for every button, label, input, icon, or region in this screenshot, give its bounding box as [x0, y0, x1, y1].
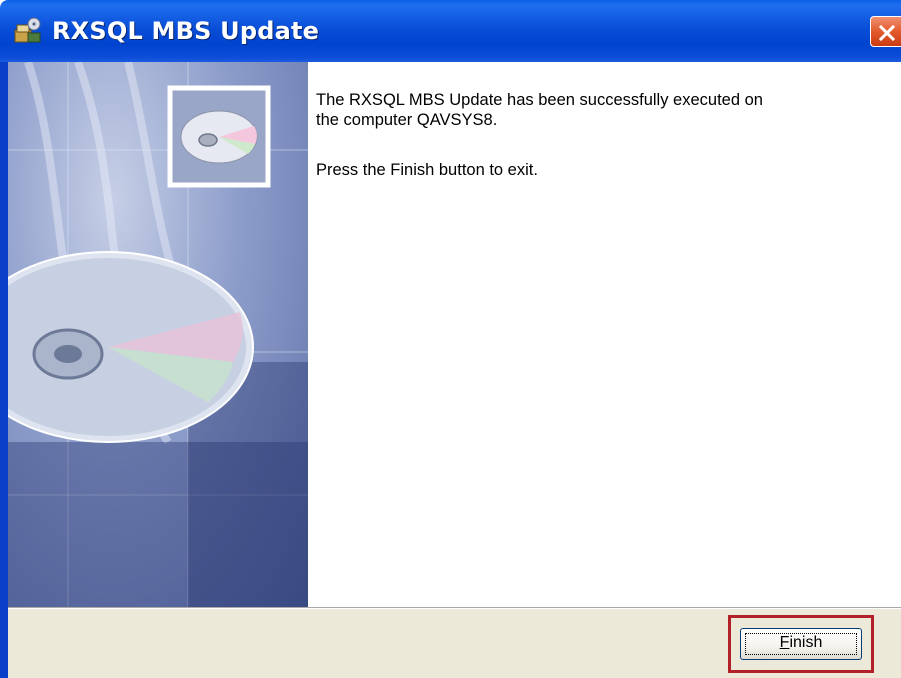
wizard-banner-image	[8, 62, 308, 607]
title-bar[interactable]: RXSQL MBS Update	[0, 0, 901, 62]
finish-button[interactable]: Finish	[740, 628, 862, 660]
focus-rectangle	[745, 633, 857, 655]
window-title: RXSQL MBS Update	[52, 17, 320, 45]
message-line-1: The RXSQL MBS Update has been successful…	[316, 91, 763, 109]
instruction-text: Press the Finish button to exit.	[316, 161, 538, 179]
message-line-2: the computer QAVSYS8.	[316, 111, 498, 129]
completion-message: The RXSQL MBS Update has been successful…	[316, 90, 876, 130]
close-button[interactable]	[870, 16, 901, 47]
close-icon	[878, 24, 896, 42]
installer-app-icon	[12, 15, 44, 47]
